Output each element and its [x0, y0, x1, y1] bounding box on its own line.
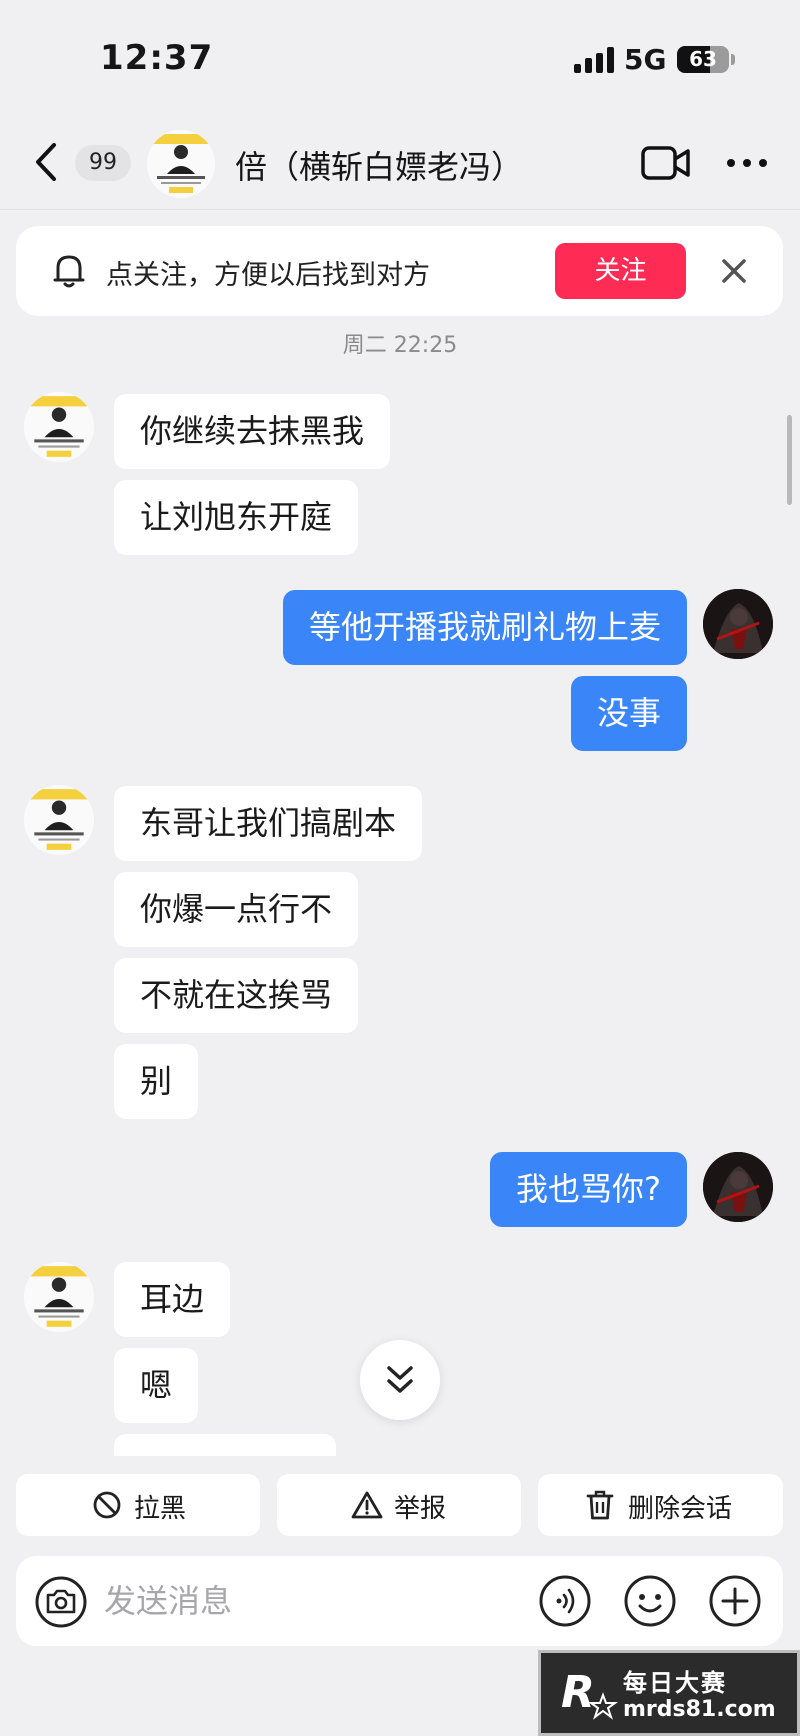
- trash-icon: [586, 1490, 614, 1520]
- person-avatar-icon: [24, 392, 94, 462]
- emoji-button[interactable]: [623, 1574, 677, 1628]
- watermark-url: mrds81.com: [623, 1697, 776, 1722]
- smile-face-icon: [624, 1575, 676, 1627]
- message-bubble-partial[interactable]: [114, 1434, 336, 1456]
- more-actions-button[interactable]: [708, 1574, 762, 1628]
- close-banner-button[interactable]: [718, 254, 750, 288]
- svg-text:R: R: [561, 1667, 595, 1718]
- r-star-logo-icon: R: [561, 1667, 619, 1720]
- more-dots-icon: [727, 159, 767, 167]
- watermark: R 每日大赛 mrds81.com: [538, 1650, 800, 1736]
- person-avatar-icon: [147, 130, 215, 198]
- my-avatar[interactable]: [703, 1152, 773, 1222]
- camera-icon: [35, 1576, 87, 1628]
- close-icon: [722, 259, 746, 283]
- battery-tip: [731, 54, 735, 65]
- plus-circle-icon: [709, 1575, 761, 1627]
- voice-wave-icon: [539, 1575, 591, 1627]
- follow-banner: 点关注，方便以后找到对方 关注: [16, 226, 783, 316]
- message-bubble[interactable]: 东哥让我们搞剧本: [114, 786, 423, 861]
- network-type: 5G: [624, 43, 667, 76]
- message-bubble[interactable]: 嗯: [114, 1348, 199, 1423]
- message-bubble[interactable]: 你继续去抹黑我: [114, 394, 391, 469]
- scrollbar[interactable]: [787, 415, 792, 505]
- delete-conversation-label: 删除会话: [628, 1494, 733, 1524]
- block-label: 拉黑: [134, 1494, 187, 1524]
- report-label: 举报: [394, 1494, 447, 1524]
- chat-header: 99 倍（横斩白嫖老冯）: [0, 115, 800, 210]
- battery-level: 63: [689, 47, 717, 71]
- message-bubble[interactable]: 不就在这挨骂: [114, 958, 359, 1033]
- report-button[interactable]: 举报: [277, 1474, 521, 1536]
- bell-icon: [52, 252, 86, 290]
- block-button[interactable]: 拉黑: [16, 1474, 260, 1536]
- person-avatar-icon: [24, 1262, 94, 1332]
- camera-button[interactable]: [34, 1576, 88, 1628]
- follow-button[interactable]: 关注: [555, 243, 686, 299]
- contact-avatar-small[interactable]: [24, 1262, 94, 1332]
- message-bubble[interactable]: 让刘旭东开庭: [114, 480, 359, 555]
- character-avatar-icon: [703, 589, 773, 659]
- more-options-button[interactable]: [725, 149, 769, 177]
- person-avatar-icon: [24, 785, 94, 855]
- signal-strength-icon: [574, 47, 614, 73]
- character-avatar-icon: [703, 1152, 773, 1222]
- status-time: 12:37: [100, 38, 214, 78]
- chevron-left-icon: [36, 143, 56, 181]
- scroll-to-bottom-button[interactable]: [360, 1340, 440, 1420]
- video-call-button[interactable]: [640, 145, 692, 181]
- battery-icon: 63: [677, 46, 729, 73]
- video-camera-icon: [641, 146, 690, 180]
- my-avatar[interactable]: [703, 589, 773, 659]
- message-bubble[interactable]: 耳边: [114, 1262, 231, 1337]
- message-bubble[interactable]: 你爆一点行不: [114, 872, 359, 947]
- message-input-bar: [16, 1556, 783, 1646]
- back-button[interactable]: [28, 139, 68, 185]
- contact-avatar-small[interactable]: [24, 785, 94, 855]
- watermark-title: 每日大赛: [623, 1669, 727, 1697]
- unread-count-badge[interactable]: 99: [75, 145, 131, 181]
- contact-avatar[interactable]: [147, 130, 215, 198]
- message-bubble[interactable]: 别: [114, 1044, 199, 1119]
- follow-prompt-text: 点关注，方便以后找到对方: [106, 260, 430, 291]
- contact-avatar-small[interactable]: [24, 392, 94, 462]
- message-bubble[interactable]: 等他开播我就刷礼物上麦: [282, 590, 687, 665]
- status-bar: 12:37 5G 63: [0, 0, 800, 115]
- warning-icon: [351, 1491, 383, 1519]
- message-timestamp: 周二 22:25: [342, 333, 458, 358]
- voice-message-button[interactable]: [538, 1574, 592, 1628]
- message-input[interactable]: [104, 1574, 524, 1628]
- contact-name: 倍（横斩白嫖老冯）: [235, 148, 524, 186]
- double-chevron-down-icon: [387, 1366, 413, 1393]
- message-bubble[interactable]: 我也骂你?: [490, 1152, 687, 1227]
- block-icon: [93, 1491, 121, 1519]
- message-bubble[interactable]: 没事: [570, 676, 687, 751]
- delete-conversation-button[interactable]: 删除会话: [538, 1474, 783, 1536]
